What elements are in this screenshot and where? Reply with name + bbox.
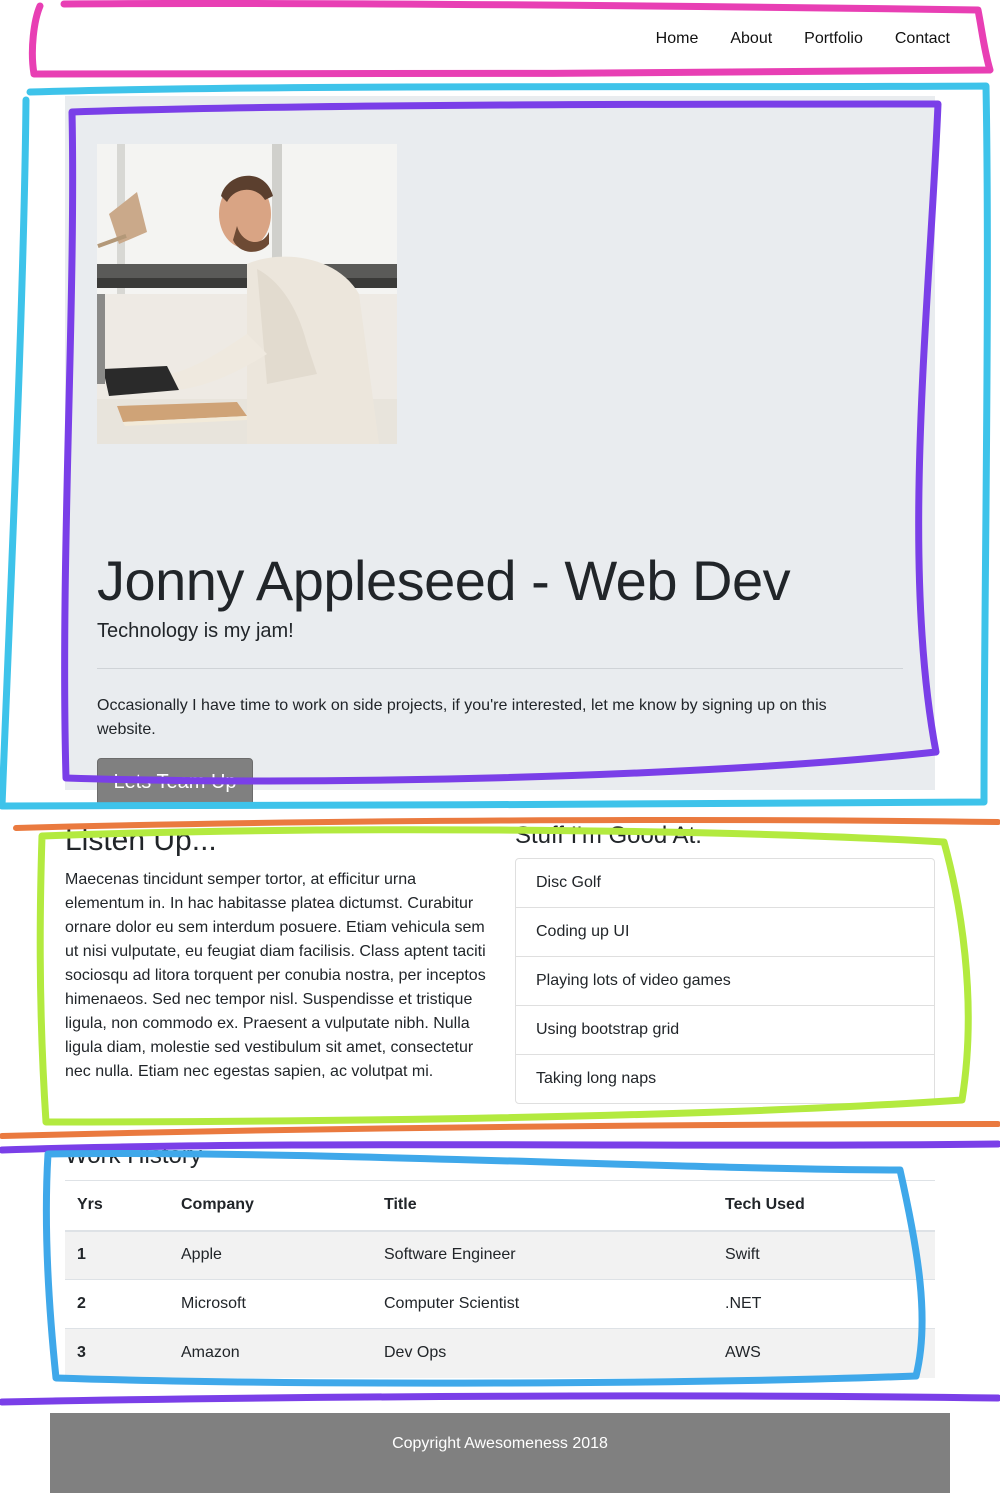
table-cell: .NET [713,1279,935,1329]
table-header-row: Yrs Company Title Tech Used [65,1180,935,1232]
list-item: Coding up UI [516,908,934,957]
column-header-yrs: Yrs [65,1180,169,1232]
table-cell: 3 [65,1328,169,1378]
table-cell: Microsoft [169,1279,372,1329]
nav-link-home[interactable]: Home [656,30,699,48]
annotation-separator-bottom [0,1121,1000,1139]
column-header-company: Company [169,1180,372,1232]
hero-description: Occasionally I have time to work on side… [97,697,827,738]
table-cell: Dev Ops [372,1328,713,1378]
nav-links: Home About Portfolio Contact [624,30,950,48]
table-row: 1 Apple Software Engineer Swift [65,1230,935,1280]
table-row: 2 Microsoft Computer Scientist .NET [65,1279,935,1329]
navbar: Home About Portfolio Contact [0,0,1000,80]
hero-title: Jonny Appleseed - Web Dev [97,549,791,612]
profile-photo [97,144,397,444]
list-item: Disc Golf [516,859,934,908]
table-cell: Software Engineer [372,1230,713,1280]
copyright-text: Copyright Awesomeness 2018 [392,1435,608,1452]
listen-paragraph: Maecenas tincidunt semper tortor, at eff… [65,871,486,1080]
table-cell: Amazon [169,1328,372,1378]
footer: Copyright Awesomeness 2018 [50,1413,950,1493]
nav-link-portfolio[interactable]: Portfolio [804,30,863,48]
team-up-button[interactable]: Lets Team Up [97,758,253,806]
list-item: Taking long naps [536,1070,657,1087]
column-header-tech: Tech Used [713,1180,935,1232]
skills-heading: Stuff I'm Good At: [515,822,702,849]
work-history-heading: Work History [65,1142,202,1169]
list-item: Playing lots of video games [516,957,934,1006]
hero-tagline: Technology is my jam! [97,620,294,642]
table-cell: AWS [713,1328,935,1378]
table-cell: 1 [65,1230,169,1280]
jumbotron: Jonny Appleseed - Web Dev Technology is … [65,96,935,806]
table-cell: Apple [169,1230,372,1280]
divider [97,668,903,669]
list-item: Using bootstrap grid [516,1006,934,1055]
table-cell: Swift [713,1230,935,1280]
table-cell: Computer Scientist [372,1279,713,1329]
skills-list: Disc Golf Coding up UI Playing lots of v… [515,858,935,1104]
nav-link-contact[interactable]: Contact [895,30,950,48]
listen-heading: Listen Up... [65,824,217,857]
work-history-table: Yrs Company Title Tech Used 1 Apple Soft… [65,1180,935,1378]
table-cell: 2 [65,1279,169,1329]
column-header-title: Title [372,1180,713,1232]
nav-link-about[interactable]: About [730,30,772,48]
table-row: 3 Amazon Dev Ops AWS [65,1328,935,1378]
